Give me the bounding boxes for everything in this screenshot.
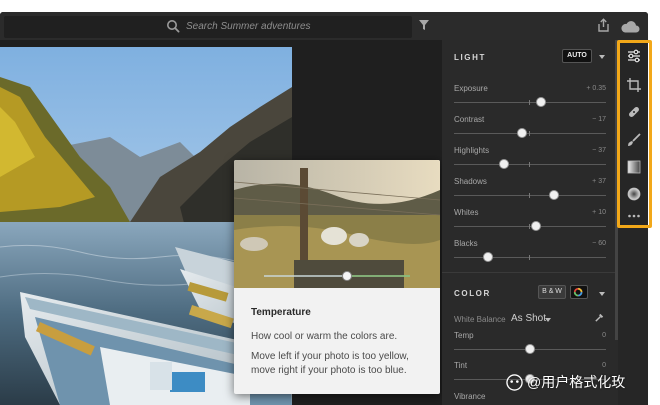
- slider-value-whites[interactable]: + 10: [592, 209, 606, 216]
- slider-track-shadows[interactable]: [454, 190, 606, 200]
- slider-knob-shadows[interactable]: [549, 190, 560, 200]
- slider-value-exposure[interactable]: + 0.35: [586, 85, 606, 92]
- more-icon[interactable]: [626, 208, 642, 224]
- edit-panel: LIGHT AUTO Exposure + 0.35 Contrast − 17 Hig…: [442, 40, 618, 405]
- slider-center-tick: [529, 193, 530, 198]
- color-mixer-button[interactable]: [570, 285, 588, 299]
- slider-label-whites: Whites: [454, 208, 479, 217]
- tooltip-description: How cool or warm the colors are.: [251, 331, 398, 342]
- top-bar: Search Summer adventures: [0, 12, 648, 40]
- slider-track-temp[interactable]: [454, 344, 606, 354]
- tooltip-slider-knob: [342, 271, 352, 281]
- slider-center-tick: [529, 162, 530, 167]
- slider-knob-exposure[interactable]: [535, 97, 546, 107]
- slider-value-blacks[interactable]: − 60: [592, 240, 606, 247]
- white-balance-dropdown-icon[interactable]: [545, 318, 551, 322]
- slider-value-tint[interactable]: 0: [602, 362, 606, 369]
- auto-button[interactable]: AUTO: [562, 49, 592, 63]
- linear-gradient-icon[interactable]: [626, 159, 642, 175]
- slider-track-contrast[interactable]: [454, 128, 606, 138]
- slider-center-tick: [529, 255, 530, 260]
- slider-value-temp[interactable]: 0: [602, 332, 606, 339]
- slider-label-temp: Temp: [454, 331, 474, 340]
- slider-value-highlights[interactable]: − 37: [592, 147, 606, 154]
- tooltip-preview-image: [234, 160, 440, 288]
- bandage-icon[interactable]: [626, 104, 642, 120]
- slider-center-tick: [529, 224, 530, 229]
- slider-label-highlights: Highlights: [454, 146, 490, 155]
- black-white-button[interactable]: B & W: [538, 285, 566, 299]
- share-icon[interactable]: [597, 18, 610, 32]
- white-balance-select[interactable]: As Shot: [511, 313, 546, 324]
- watermark-logo-icon: [506, 373, 523, 391]
- eyedropper-icon[interactable]: [594, 312, 605, 323]
- search-icon: [167, 20, 180, 33]
- tooltip-hint-line-2: move right if your photo is too blue.: [251, 365, 407, 376]
- slider-label-tint: Tint: [454, 361, 468, 370]
- slider-center-tick: [529, 131, 530, 136]
- photo-canvas: Temperature How cool or warm the colors …: [0, 40, 442, 405]
- slider-track-exposure[interactable]: [454, 97, 606, 107]
- brush-icon[interactable]: [626, 132, 642, 148]
- edit-sliders-icon[interactable]: [626, 48, 642, 64]
- filter-icon[interactable]: [418, 19, 430, 31]
- slider-label-blacks: Blacks: [454, 239, 478, 248]
- search-box[interactable]: Search Summer adventures: [4, 16, 412, 38]
- watermark-text: @用户格式化玫: [527, 374, 626, 390]
- search-placeholder[interactable]: Search Summer adventures: [186, 21, 311, 32]
- light-collapse-icon[interactable]: [599, 55, 605, 59]
- tooltip-title: Temperature: [251, 307, 311, 318]
- radial-gradient-icon[interactable]: [626, 186, 642, 202]
- color-section-title[interactable]: COLOR: [454, 289, 491, 298]
- slider-knob-highlights[interactable]: [499, 159, 510, 169]
- slider-label-vibrance: Vibrance: [454, 392, 486, 401]
- slider-knob-whites[interactable]: [531, 221, 542, 231]
- slider-value-contrast[interactable]: − 17: [592, 116, 606, 123]
- slider-track-whites[interactable]: [454, 221, 606, 231]
- slider-track-blacks[interactable]: [454, 252, 606, 262]
- temperature-tooltip: Temperature How cool or warm the colors …: [234, 160, 440, 394]
- slider-value-shadows[interactable]: + 37: [592, 178, 606, 185]
- cloud-icon[interactable]: [620, 20, 640, 33]
- crop-icon[interactable]: [626, 77, 642, 93]
- app-window: Search Summer adventures Temperature How…: [0, 12, 648, 405]
- color-collapse-icon[interactable]: [599, 292, 605, 296]
- slider-center-tick: [529, 100, 530, 105]
- slider-label-shadows: Shadows: [454, 177, 487, 186]
- white-balance-label: White Balance: [454, 315, 506, 324]
- watermark: @用户格式化玫: [506, 372, 625, 392]
- slider-knob-blacks[interactable]: [483, 252, 494, 262]
- slider-knob-temp[interactable]: [525, 344, 535, 354]
- light-section-title[interactable]: LIGHT: [454, 53, 486, 62]
- slider-track-highlights[interactable]: [454, 159, 606, 169]
- slider-label-exposure: Exposure: [454, 84, 488, 93]
- color-wheel-icon: [573, 287, 583, 297]
- slider-knob-contrast[interactable]: [516, 128, 527, 138]
- section-divider: [442, 272, 618, 273]
- slider-label-contrast: Contrast: [454, 115, 485, 124]
- tooltip-hint-line-1: Move left if your photo is too yellow,: [251, 351, 409, 362]
